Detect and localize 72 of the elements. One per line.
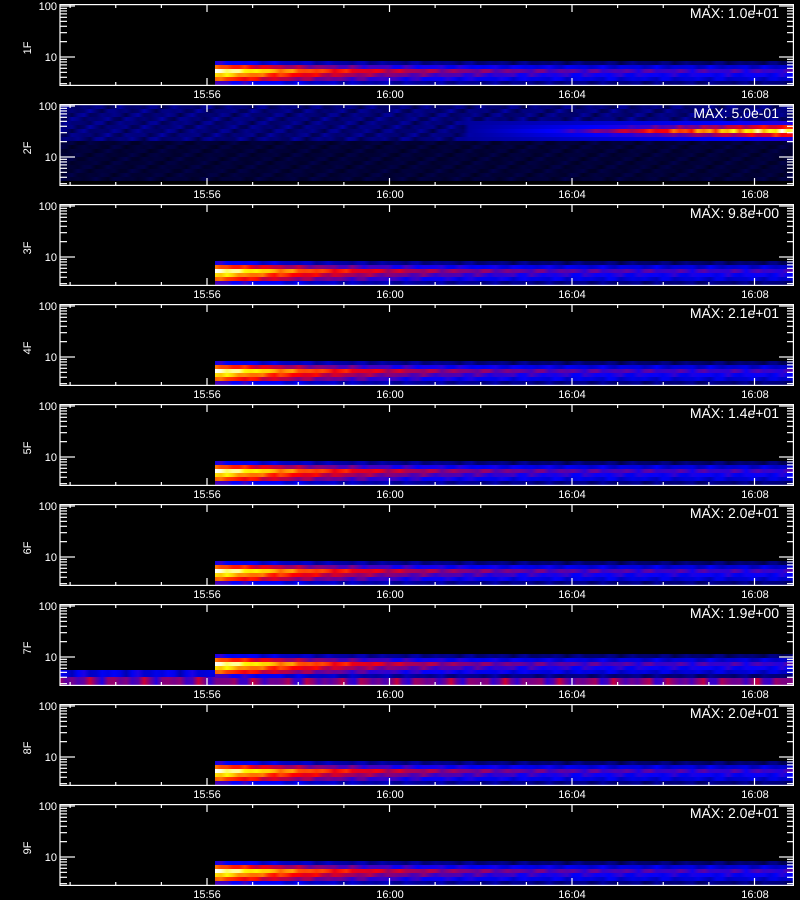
x-tick-label: 16:00: [376, 589, 404, 601]
x-tick-label: 16:04: [558, 89, 586, 101]
y-tick-label: 10: [44, 752, 57, 764]
channel-label: 7F: [22, 642, 34, 654]
channel-label: 9F: [22, 842, 34, 854]
max-value-label: MAX: 5.0e-01: [693, 105, 779, 121]
x-tick-label: 16:00: [376, 89, 404, 101]
x-tick-label: 15:56: [193, 189, 221, 201]
y-tick-label: 100: [38, 101, 57, 113]
channel-label: 8F: [22, 742, 34, 754]
x-tick-label: 16:04: [558, 789, 586, 801]
x-tick-label: 15:56: [193, 289, 221, 301]
channel-label: 2F: [22, 142, 34, 154]
y-tick-label: 10: [44, 552, 57, 564]
y-tick-label: 10: [44, 252, 57, 264]
channel-label: 3F: [22, 242, 34, 254]
max-value-label: MAX: 1.4e+01: [690, 405, 779, 421]
x-tick-label: 16:08: [741, 489, 769, 501]
max-value-label: MAX: 2.0e+01: [690, 705, 779, 721]
y-tick-label: 100: [38, 401, 57, 413]
x-tick-label: 16:00: [376, 789, 404, 801]
channel-label: 5F: [22, 442, 34, 454]
x-tick-label: 15:56: [193, 789, 221, 801]
x-tick-label: 16:08: [741, 389, 769, 401]
x-tick-label: 16:04: [558, 689, 586, 701]
x-tick-label: 15:56: [193, 389, 221, 401]
x-tick-label: 16:08: [741, 689, 769, 701]
x-tick-label: 16:08: [741, 789, 769, 801]
x-tick-label: 15:56: [193, 89, 221, 101]
y-tick-label: 10: [44, 52, 57, 64]
x-tick-label: 16:04: [558, 389, 586, 401]
y-tick-label: 100: [38, 801, 57, 813]
y-tick-label: 100: [38, 1, 57, 13]
max-value-label: MAX: 2.1e+01: [690, 305, 779, 321]
x-tick-label: 15:56: [193, 689, 221, 701]
channel-label: 1F: [22, 42, 34, 54]
y-tick-label: 10: [44, 452, 57, 464]
x-tick-label: 16:04: [558, 189, 586, 201]
x-tick-label: 16:08: [741, 89, 769, 101]
y-tick-label: 100: [38, 301, 57, 313]
y-tick-label: 10: [44, 652, 57, 664]
x-tick-label: 15:56: [193, 589, 221, 601]
max-value-label: MAX: 9.8e+00: [690, 205, 779, 221]
x-tick-label: 16:00: [376, 189, 404, 201]
y-tick-label: 10: [44, 852, 57, 864]
y-tick-label: 100: [38, 501, 57, 513]
x-tick-label: 16:04: [558, 489, 586, 501]
y-tick-label: 10: [44, 352, 57, 364]
max-value-label: MAX: 2.0e+01: [690, 505, 779, 521]
x-tick-label: 16:08: [741, 289, 769, 301]
channel-label: 4F: [22, 342, 34, 354]
y-tick-label: 100: [38, 201, 57, 213]
max-value-label: MAX: 1.9e+00: [690, 605, 779, 621]
x-tick-label: 16:04: [558, 589, 586, 601]
y-tick-label: 100: [38, 601, 57, 613]
max-value-label: MAX: 2.0e+01: [690, 805, 779, 821]
x-tick-label: 16:08: [741, 589, 769, 601]
x-tick-label: 16:08: [741, 889, 769, 900]
max-value-label: MAX: 1.0e+01: [690, 5, 779, 21]
x-tick-label: 15:56: [193, 889, 221, 900]
x-tick-label: 16:04: [558, 889, 586, 900]
x-tick-label: 16:00: [376, 689, 404, 701]
channel-label: 6F: [22, 542, 34, 554]
x-tick-label: 16:00: [376, 489, 404, 501]
x-tick-label: 16:00: [376, 389, 404, 401]
x-tick-label: 16:00: [376, 889, 404, 900]
x-tick-label: 15:56: [193, 489, 221, 501]
y-tick-label: 100: [38, 701, 57, 713]
x-tick-label: 16:08: [741, 189, 769, 201]
y-tick-label: 10: [44, 152, 57, 164]
x-tick-label: 16:04: [558, 289, 586, 301]
x-tick-label: 16:00: [376, 289, 404, 301]
